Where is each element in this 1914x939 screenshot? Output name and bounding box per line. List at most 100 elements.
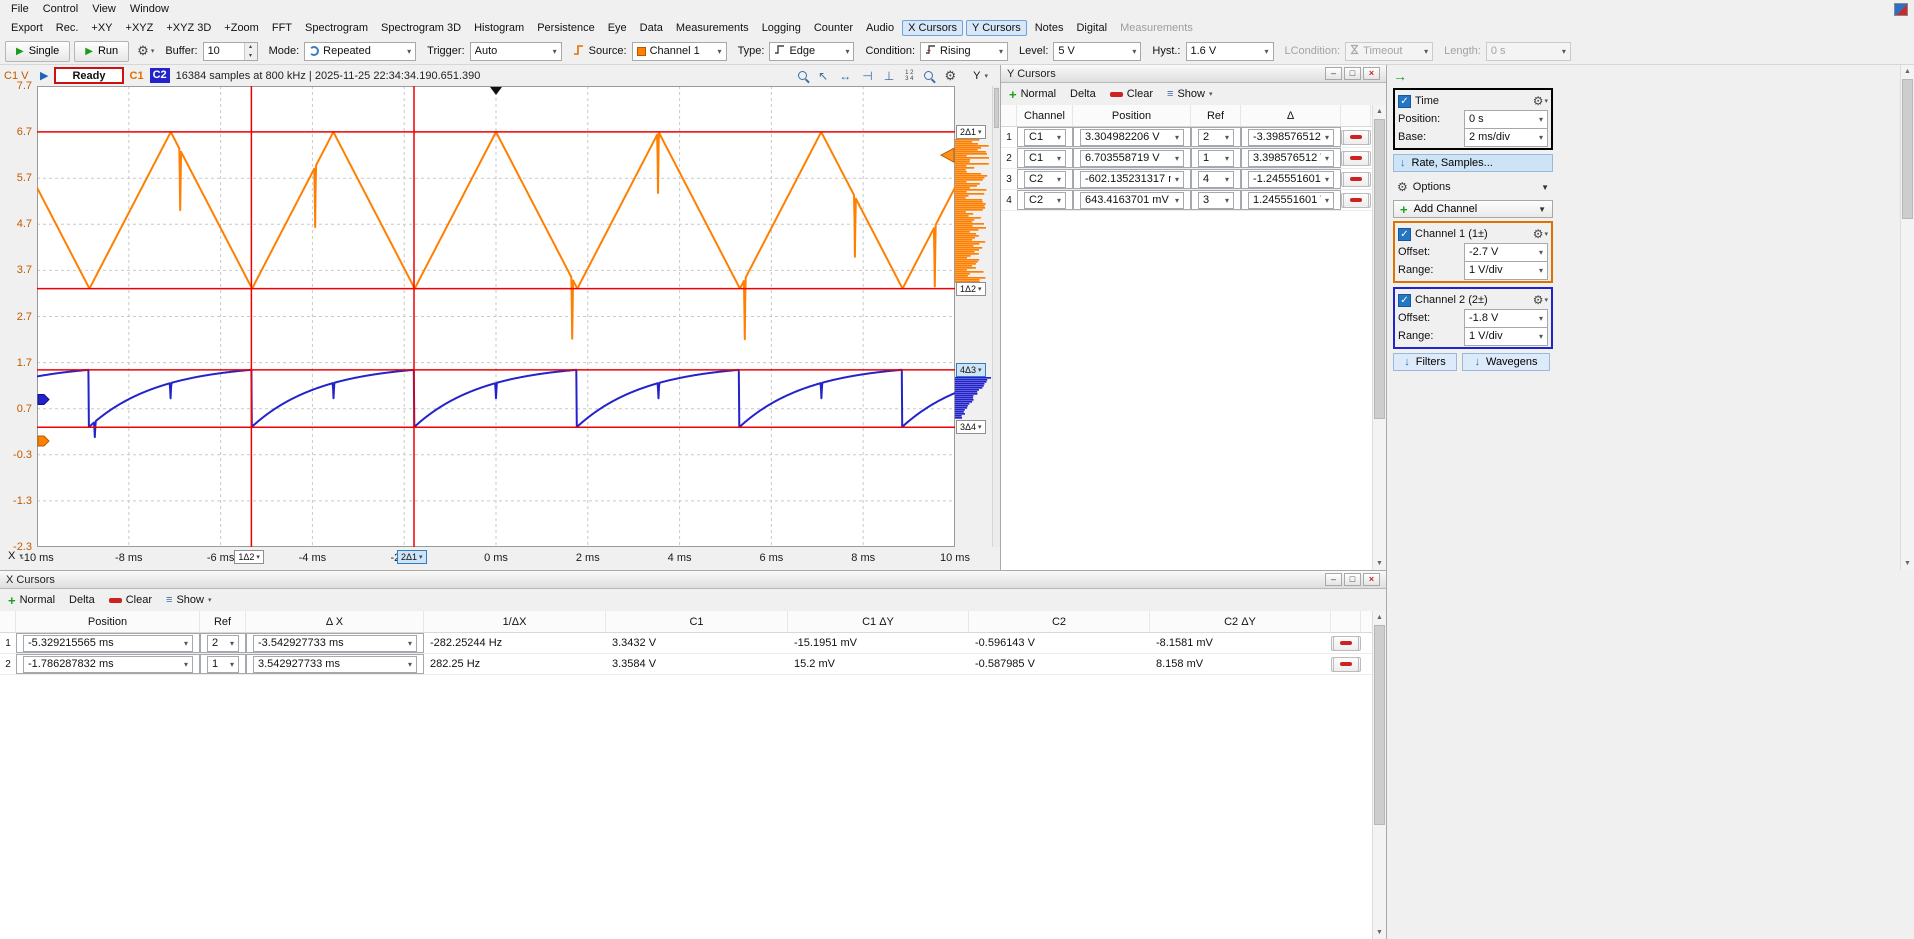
y-cursors-scrollbar[interactable]: ▲ ▼ [1372, 105, 1386, 570]
scrollbar-thumb[interactable] [1902, 79, 1913, 219]
scroll-up-icon[interactable]: ▲ [1373, 105, 1386, 118]
add-normal-cursor-button[interactable]: +Normal [8, 594, 55, 606]
delta-select[interactable]: 1.245551601 V▾ [1248, 192, 1334, 209]
view-tab-notes[interactable]: Notes [1030, 21, 1069, 35]
single-button[interactable]: ▶Single [5, 41, 70, 62]
channel-select[interactable]: C1▾ [1024, 150, 1066, 167]
channel-select[interactable]: C1▾ [1024, 129, 1066, 146]
remove-cursor-button[interactable] [1343, 193, 1369, 208]
time-checkbox[interactable]: ✓ [1398, 95, 1411, 108]
wavegens-button[interactable]: ↓Wavegens [1462, 353, 1550, 371]
scrollbar-thumb[interactable] [1374, 625, 1385, 825]
view-tab-data[interactable]: Data [635, 21, 668, 35]
spinner-arrows-icon[interactable]: ▴▾ [244, 43, 257, 60]
view-tab--xyz[interactable]: +XYZ [121, 21, 159, 35]
mode-select[interactable]: Repeated▾ [304, 42, 416, 61]
magnify-icon[interactable] [924, 71, 933, 80]
scroll-down-icon[interactable]: ▼ [1373, 557, 1386, 570]
view-tab-eye[interactable]: Eye [603, 21, 632, 35]
add-delta-cursor-button[interactable]: Delta [69, 594, 95, 606]
y-cursor-marker[interactable]: 2Δ1▾ [956, 125, 986, 139]
plot-scrollbar[interactable] [992, 86, 1000, 547]
y-cursor-marker[interactable]: 4Δ3▾ [956, 363, 986, 377]
view-tab-audio[interactable]: Audio [861, 21, 899, 35]
channel2-settings-icon[interactable]: ⚙▾ [1533, 293, 1548, 307]
y-cursors-titlebar[interactable]: Y Cursors – □ × [1001, 65, 1386, 83]
menu-file[interactable]: File [4, 2, 36, 16]
scroll-up-icon[interactable]: ▲ [1901, 65, 1914, 78]
channel1-checkbox[interactable]: ✓ [1398, 228, 1411, 241]
ref-select[interactable]: 1▾ [207, 656, 239, 673]
menu-window[interactable]: Window [123, 2, 176, 16]
scroll-down-icon[interactable]: ▼ [1373, 926, 1386, 939]
channel1-offset-select[interactable]: -2.7 V▾ [1464, 243, 1548, 262]
channel1-settings-icon[interactable]: ⚙▾ [1533, 227, 1548, 241]
scope-settings-icon[interactable]: ⚙▾ [137, 43, 154, 59]
minimize-icon[interactable]: – [1325, 67, 1342, 80]
view-tab-x-cursors[interactable]: X Cursors [902, 20, 963, 36]
add-delta-cursor-button[interactable]: Delta [1070, 88, 1096, 100]
time-position-select[interactable]: 0 s▾ [1464, 110, 1548, 129]
delta-x-select[interactable]: 3.542927733 ms▾ [253, 656, 417, 673]
ref-select[interactable]: 2▾ [1198, 129, 1234, 146]
add-channel-button[interactable]: +Add Channel▼ [1393, 200, 1553, 218]
source-select[interactable]: Channel 1▾ [632, 42, 727, 61]
cursor-channels-icon[interactable]: 1 23 4 [905, 70, 913, 82]
position-select[interactable]: -1.786287832 ms▾ [23, 656, 193, 673]
delta-select[interactable]: 3.398576512 V▾ [1248, 150, 1334, 167]
menu-control[interactable]: Control [36, 2, 85, 16]
view-tab-spectrogram-3d[interactable]: Spectrogram 3D [376, 21, 466, 35]
view-tab-rec-[interactable]: Rec. [51, 21, 84, 35]
view-tab-digital[interactable]: Digital [1071, 21, 1112, 35]
view-tab-measurements[interactable]: Measurements [671, 21, 754, 35]
x-cursors-titlebar[interactable]: X Cursors – □ × [0, 571, 1386, 589]
position-select[interactable]: 6.703558719 V▾ [1080, 150, 1184, 167]
channel1-range-select[interactable]: 1 V/div▾ [1464, 261, 1548, 280]
scroll-up-icon[interactable]: ▲ [1373, 611, 1386, 624]
run-button[interactable]: ▶Run [74, 41, 129, 62]
type-select[interactable]: Edge▾ [769, 42, 854, 61]
clear-cursors-button[interactable]: Clear [1110, 88, 1153, 100]
position-select[interactable]: -602.135231317 m▾ [1080, 171, 1184, 188]
view-tab-export[interactable]: Export [6, 21, 48, 35]
view-tab--zoom[interactable]: +Zoom [219, 21, 264, 35]
trigger-select[interactable]: Auto▾ [470, 42, 562, 61]
zoom-in-icon[interactable] [798, 71, 807, 80]
collapse-panel-icon[interactable]: → [1393, 68, 1407, 84]
view-tab--xy[interactable]: +XY [86, 21, 117, 35]
channel2-range-select[interactable]: 1 V/div▾ [1464, 327, 1548, 346]
ref-select[interactable]: 4▾ [1198, 171, 1234, 188]
menu-view[interactable]: View [85, 2, 123, 16]
pointer-mode-icon[interactable]: ↖ [818, 70, 828, 82]
close-icon[interactable]: × [1363, 67, 1380, 80]
x-cursor-marker[interactable]: 1Δ2▾ [234, 550, 264, 564]
clear-cursors-button[interactable]: Clear [109, 594, 152, 606]
view-tab-histogram[interactable]: Histogram [469, 21, 529, 35]
fit-width-icon[interactable]: ↔ [839, 70, 851, 82]
position-select[interactable]: -5.329215565 ms▾ [23, 635, 193, 652]
x-cursors-scrollbar[interactable]: ▲ ▼ [1372, 611, 1386, 939]
scope-plot[interactable] [37, 86, 955, 547]
plot-options-icon[interactable]: ⚙ [944, 70, 956, 82]
channel2-checkbox[interactable]: ✓ [1398, 294, 1411, 307]
x-cursor-marker[interactable]: 2Δ1▾ [397, 550, 427, 564]
delta-x-select[interactable]: -3.542927733 ms▾ [253, 635, 417, 652]
time-base-select[interactable]: 2 ms/div▾ [1464, 128, 1548, 147]
condition-select[interactable]: Rising▾ [920, 42, 1008, 61]
y-axis-button[interactable]: Y▾ [967, 69, 994, 83]
show-menu-button[interactable]: ≡Show▾ [1167, 88, 1212, 100]
float-icon[interactable]: □ [1344, 67, 1361, 80]
close-icon[interactable]: × [1363, 573, 1380, 586]
view-tab-fft[interactable]: FFT [267, 21, 297, 35]
remove-cursor-button[interactable] [1343, 172, 1369, 187]
minimize-icon[interactable]: – [1325, 573, 1342, 586]
delta-select[interactable]: -1.2455516014 V▾ [1248, 171, 1334, 188]
position-select[interactable]: 643.4163701 mV▾ [1080, 192, 1184, 209]
options-select[interactable]: ⚙Options▼ [1393, 178, 1553, 196]
time-settings-icon[interactable]: ⚙▾ [1533, 94, 1548, 108]
view-tab-counter[interactable]: Counter [809, 21, 858, 35]
remove-cursor-button[interactable] [1343, 151, 1369, 166]
c2-chip[interactable]: C2 [150, 68, 170, 83]
show-menu-button[interactable]: ≡Show▾ [166, 594, 211, 606]
app-icon[interactable] [1894, 3, 1908, 16]
